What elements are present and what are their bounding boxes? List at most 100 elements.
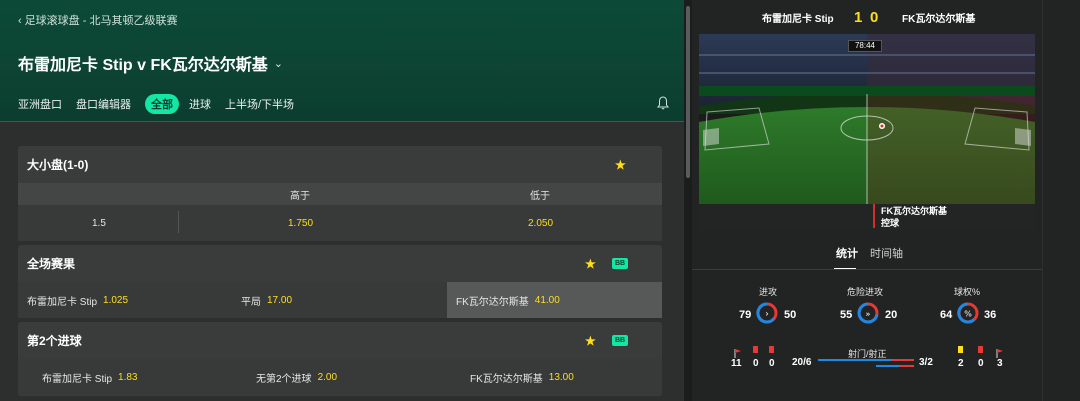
odd-value: 41.00 — [534, 294, 560, 306]
scoreboard: 布雷加尼卡 Stip 1 0 FK瓦尔达尔斯基 — [692, 0, 1042, 34]
home-score: 1 — [854, 8, 863, 26]
dangerous-home: 55 — [840, 309, 853, 321]
bet-builder-badge: BB — [612, 258, 628, 269]
away-red: 0 — [978, 358, 984, 369]
market-title[interactable]: 全场赛果 ★ BB — [18, 245, 662, 282]
tab-halves[interactable]: 上半场/下半场 — [225, 96, 294, 112]
over-odd[interactable]: 1.750 — [288, 218, 313, 229]
attacks-away: 50 — [784, 309, 797, 321]
away-corners: 3 — [997, 358, 1003, 369]
page-title[interactable]: 布雷加尼卡 Stip v FK瓦尔达尔斯基 ⌄ — [18, 51, 283, 75]
market-title-text: 全场赛果 — [27, 257, 76, 271]
under-odd[interactable]: 2.050 — [528, 218, 553, 229]
scrollbar[interactable] — [684, 0, 692, 401]
market-card-fulltime: 全场赛果 ★ BB 布雷加尼卡 Stip 1.025 平局 17.00 FK瓦尔达尔… — [18, 245, 662, 318]
markets-panel: ‹ 足球滚球盘 - 北马其顿乙级联赛 布雷加尼卡 Stip v FK瓦尔达尔斯基 … — [0, 0, 684, 401]
stat-label-possession: 球权% — [954, 287, 981, 297]
possession-home: 64 — [940, 309, 953, 321]
tab-bet-builder[interactable]: 盘口编辑器 — [76, 96, 131, 112]
home-corners: 11 — [731, 358, 742, 369]
shots-away: 3/2 — [919, 357, 933, 368]
odd-value: 13.00 — [548, 371, 574, 383]
tab-goals[interactable]: 进球 — [189, 96, 211, 112]
home-yellow: 0 — [753, 358, 759, 369]
selection-name: FK瓦尔达尔斯基 — [470, 373, 543, 385]
selection-name: 平局 — [241, 296, 261, 308]
app-root: ‹ 足球滚球盘 - 北马其顿乙级联赛 布雷加尼卡 Stip v FK瓦尔达尔斯基 … — [0, 0, 1080, 401]
dangerous-ring: » — [857, 302, 879, 324]
tab-timeline[interactable]: 时间轴 — [870, 245, 903, 261]
odd-value: 1.025 — [103, 294, 129, 306]
percent-icon: % — [964, 310, 972, 319]
odd-draw[interactable]: 平局 17.00 — [241, 282, 292, 318]
col-over: 高于 — [290, 190, 310, 202]
table-row: 布雷加尼卡 Stip 1.025 平局 17.00 FK瓦尔达尔斯基 41.00 — [18, 282, 662, 318]
selection-name: 布雷加尼卡 Stip — [27, 296, 98, 308]
selection-name: 布雷加尼卡 Stip — [42, 373, 113, 385]
market-card-second-goal: 第2个进球 ★ BB 布雷加尼卡 Stip 1.83 无第2个进球 2.00 FK瓦… — [18, 322, 662, 396]
match-live-panel: 布雷加尼卡 Stip 1 0 FK瓦尔达尔斯基 78:44 FK瓦尔达尔斯基 控… — [692, 0, 1080, 401]
red-card-icon — [769, 346, 774, 353]
market-tabs: 亚洲盘口 盘口编辑器 全部 进球 上半场/下半场 — [18, 94, 308, 114]
star-icon[interactable]: ★ — [585, 257, 596, 271]
match-title: 布雷加尼卡 Stip v FK瓦尔达尔斯基 — [18, 57, 268, 74]
selection-name: FK瓦尔达尔斯基 — [456, 296, 529, 308]
odd-home[interactable]: 布雷加尼卡 Stip 1.83 — [42, 359, 137, 395]
live-pitch: 78:44 FK瓦尔达尔斯基 控球 — [699, 34, 1035, 230]
chevron-left-icon: ‹ — [18, 15, 22, 27]
market-card-total: 大小盘(1-0) ★ 高于 低于 1.5 1.750 2.050 — [18, 146, 662, 241]
shots-bar-away — [892, 359, 914, 361]
divider — [178, 211, 179, 233]
odd-home[interactable]: 布雷加尼卡 Stip 1.025 — [27, 282, 128, 318]
odd-away[interactable]: FK瓦尔达尔斯基 41.00 — [447, 282, 662, 318]
market-title[interactable]: 第2个进球 ★ BB — [18, 322, 662, 359]
line-value: 1.5 — [92, 217, 106, 229]
selection-name: 无第2个进球 — [256, 373, 312, 385]
attacks-home: 79 — [739, 309, 752, 321]
double-chevron-icon: » — [866, 310, 871, 319]
attacks-ring: › — [756, 302, 778, 324]
corner-flag-icon — [734, 345, 742, 358]
odd-value: 1.83 — [118, 371, 138, 383]
odd-away[interactable]: FK瓦尔达尔斯基 13.00 — [470, 359, 574, 395]
col-under: 低于 — [530, 190, 550, 202]
yellow-card-icon — [753, 346, 758, 353]
stat-label-attacks: 进攻 — [759, 287, 778, 297]
breadcrumb-text: 足球滚球盘 - 北马其顿乙级联赛 — [24, 15, 178, 27]
dangerous-away: 20 — [885, 309, 898, 321]
away-score: 0 — [870, 8, 879, 26]
market-title-text: 第2个进球 — [27, 334, 82, 348]
stadium-graphic — [699, 34, 1035, 230]
odd-value: 17.00 — [267, 294, 293, 306]
home-team: 布雷加尼卡 Stip — [762, 13, 834, 25]
odd-value: 2.00 — [317, 371, 338, 383]
table-row: 布雷加尼卡 Stip 1.83 无第2个进球 2.00 FK瓦尔达尔斯基 13.00 — [18, 359, 662, 395]
tab-stats[interactable]: 统计 — [836, 245, 858, 261]
away-team: FK瓦尔达尔斯基 — [902, 13, 976, 25]
market-title-text: 大小盘(1-0) — [27, 158, 89, 172]
shots-home: 20/6 — [792, 357, 812, 368]
tab-asian-handicap[interactable]: 亚洲盘口 — [18, 96, 62, 112]
match-clock: 78:44 — [848, 40, 882, 52]
breadcrumb[interactable]: ‹ 足球滚球盘 - 北马其顿乙级联赛 — [18, 12, 177, 28]
divider — [692, 269, 1042, 270]
possession-away: 36 — [984, 309, 997, 321]
market-title[interactable]: 大小盘(1-0) ★ — [18, 146, 662, 183]
on-target-bar-away — [900, 365, 914, 367]
bell-icon[interactable] — [657, 96, 669, 110]
star-icon[interactable]: ★ — [585, 334, 596, 348]
home-red: 0 — [769, 358, 775, 369]
possession-state: 控球 — [881, 218, 900, 228]
yellow-card-icon — [958, 346, 963, 353]
away-yellow: 2 — [958, 358, 964, 369]
scrollbar-thumb[interactable] — [686, 6, 690, 178]
corner-flag-icon — [996, 345, 1004, 358]
odd-none[interactable]: 无第2个进球 2.00 — [256, 359, 337, 395]
chevron-down-icon: ⌄ — [273, 57, 284, 70]
red-card-icon — [978, 346, 983, 353]
column-headers: 高于 低于 — [18, 183, 662, 205]
match-header: ‹ 足球滚球盘 - 北马其顿乙级联赛 布雷加尼卡 Stip v FK瓦尔达尔斯基 … — [0, 0, 684, 122]
star-icon[interactable]: ★ — [615, 158, 626, 172]
bet-builder-badge: BB — [612, 335, 628, 346]
tab-all[interactable]: 全部 — [145, 94, 179, 114]
